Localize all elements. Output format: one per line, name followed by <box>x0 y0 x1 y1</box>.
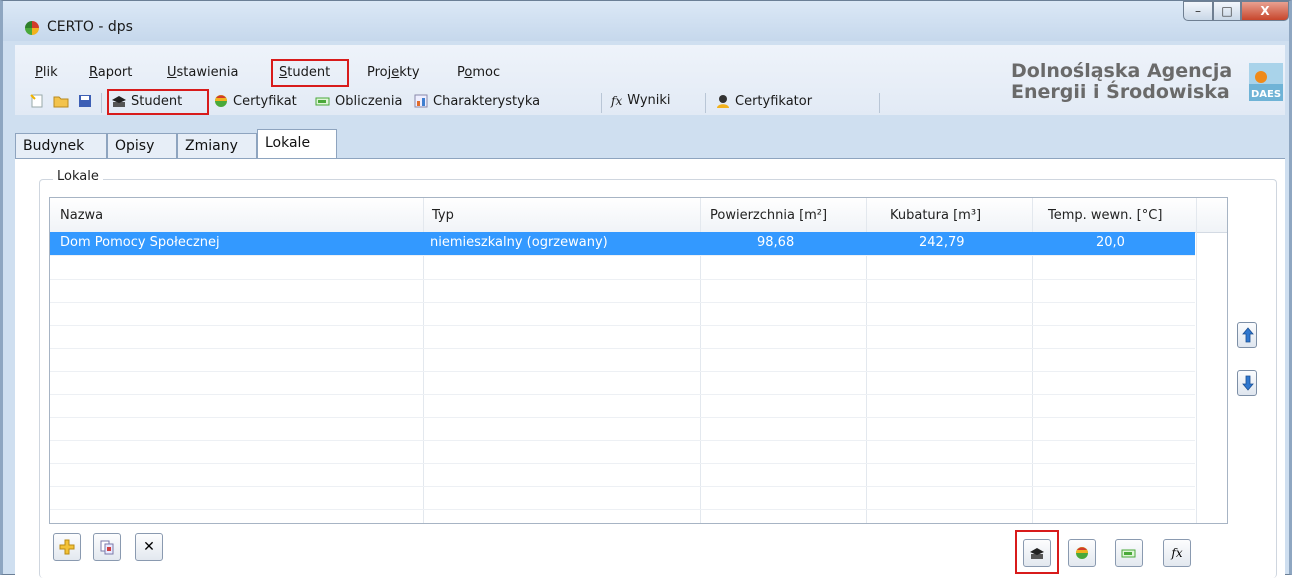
maximize-button[interactable]: □ <box>1213 1 1241 21</box>
calculations-button[interactable] <box>1115 539 1143 567</box>
column-header-kubatura[interactable]: Kubatura [m³] <box>890 208 981 223</box>
tab-budynek[interactable]: Budynek <box>15 133 107 159</box>
table-header: Nazwa Typ Powierzchnia [m²] Kubatura [m³… <box>50 198 1227 233</box>
certifier-person-icon <box>717 95 729 108</box>
copy-button[interactable] <box>93 533 121 561</box>
title-bar[interactable]: CERTO - dps – □ X <box>3 1 1289 41</box>
empty-row <box>50 394 1195 418</box>
empty-row <box>50 486 1195 510</box>
copy-icon <box>100 540 114 555</box>
empty-row <box>50 256 1195 280</box>
menu-raport[interactable]: Raport <box>89 65 132 80</box>
tab-zmiany[interactable]: Zmiany <box>177 133 257 159</box>
new-file-icon[interactable] <box>29 93 49 109</box>
energy-certificate-icon <box>1076 547 1088 559</box>
menu-ustawienia[interactable]: Ustawienia <box>167 65 238 80</box>
menu-student-highlight <box>271 59 349 87</box>
empty-row <box>50 348 1195 372</box>
toolbar-certyfikator-label: Certyfikator <box>735 93 813 109</box>
empty-row <box>50 440 1195 464</box>
logo-text: DAES <box>1251 89 1282 100</box>
cell-temp: 20,0 <box>1096 235 1125 250</box>
lokale-panel: Lokale Nazwa Typ Powierzchnia [m²] Kubat… <box>15 158 1285 578</box>
brand-line-1: Dolnośląska Agencja <box>1011 60 1233 82</box>
results-button[interactable]: fx <box>1163 539 1191 567</box>
window-controls: – □ X <box>1183 1 1289 21</box>
arrow-down-icon <box>1242 375 1254 391</box>
toolbar-certyfikat-label: Certyfikat <box>233 93 297 109</box>
minimize-button[interactable]: – <box>1183 1 1213 21</box>
certo-app-icon <box>25 21 39 35</box>
empty-row <box>50 371 1195 395</box>
toolbar-certyfikat-button[interactable]: Certyfikat <box>213 93 297 109</box>
empty-row <box>50 325 1195 349</box>
toolbar-wyniki-label: Wyniki <box>627 93 671 108</box>
toolbar-obliczenia-button[interactable]: Obliczenia <box>315 93 403 109</box>
move-up-button[interactable] <box>1237 322 1257 348</box>
delete-button[interactable]: ✕ <box>135 533 163 561</box>
menu-projekty[interactable]: Projekty <box>367 65 420 80</box>
menu-plik[interactable]: Plik <box>35 65 58 80</box>
toolbar-separator <box>101 93 102 113</box>
app-window: CERTO - dps – □ X Plik Raport Ustawienia… <box>0 0 1292 578</box>
toolbar-separator <box>601 93 602 113</box>
close-button[interactable]: X <box>1241 1 1289 21</box>
cell-typ: niemieszkalny (ogrzewany) <box>430 235 608 250</box>
toolbar-student-highlight <box>107 89 209 115</box>
move-down-button[interactable] <box>1237 370 1257 396</box>
column-header-temp[interactable]: Temp. wewn. [°C] <box>1048 208 1162 223</box>
battery-icon <box>315 97 330 106</box>
column-divider <box>1196 198 1197 523</box>
toolbar-separator <box>879 93 880 113</box>
cell-kubatura: 242,79 <box>919 235 965 250</box>
certificate-button[interactable] <box>1068 539 1096 567</box>
column-header-typ[interactable]: Typ <box>432 208 454 223</box>
tab-opisy[interactable]: Opisy <box>107 133 177 159</box>
column-header-nazwa[interactable]: Nazwa <box>60 208 103 223</box>
cell-nazwa: Dom Pomocy Społecznej <box>60 235 220 250</box>
toolbar-separator <box>705 93 706 113</box>
plus-icon <box>59 539 75 555</box>
table-row[interactable]: Dom Pomocy Społecznej niemieszkalny (ogr… <box>50 232 1195 256</box>
empty-row <box>50 302 1195 326</box>
lokale-table[interactable]: Nazwa Typ Powierzchnia [m²] Kubatura [m³… <box>49 197 1228 524</box>
menu-pomoc[interactable]: Pomoc <box>457 65 500 80</box>
empty-row <box>50 417 1195 441</box>
window-title: CERTO - dps <box>47 19 133 35</box>
arrow-up-icon <box>1242 327 1254 343</box>
battery-icon <box>1121 549 1136 558</box>
chart-document-icon <box>414 94 428 108</box>
cell-powierzchnia: 98,68 <box>757 235 795 250</box>
toolbar-obliczenia-label: Obliczenia <box>335 93 403 109</box>
daes-logo: DAES <box>1249 63 1283 101</box>
brand-area: Dolnośląska Agencja Energii i Środowiska… <box>1011 61 1283 105</box>
open-folder-icon[interactable] <box>53 93 73 109</box>
toolbar-charakterystyka-label: Charakterystyka <box>433 93 541 109</box>
menu-and-toolbar-area: Plik Raport Ustawienia Student Projekty … <box>15 45 1285 115</box>
column-header-powierzchnia[interactable]: Powierzchnia [m²] <box>710 208 827 223</box>
brand-name: Dolnośląska Agencja Energii i Środowiska <box>1011 61 1232 103</box>
groupbox-title: Lokale <box>53 169 103 184</box>
empty-row <box>50 463 1195 487</box>
sun-icon <box>1255 71 1267 83</box>
toolbar-certyfikator-button[interactable]: Certyfikator <box>715 93 812 109</box>
tab-lokale[interactable]: Lokale <box>257 129 337 159</box>
empty-row <box>50 279 1195 303</box>
function-icon: fx <box>611 93 623 108</box>
save-icon[interactable] <box>77 93 97 109</box>
toolbar-wyniki-button[interactable]: fx Wyniki <box>611 93 671 108</box>
toolbar: Student Certyfikat Obliczenia Charaktery… <box>15 89 915 115</box>
toolbar-charakterystyka-button[interactable]: Charakterystyka <box>413 93 540 109</box>
energy-certificate-icon <box>215 95 227 107</box>
brand-line-2: Energii i Środowiska <box>1011 81 1230 103</box>
add-button[interactable] <box>53 533 81 561</box>
student-button-highlight <box>1015 530 1059 574</box>
